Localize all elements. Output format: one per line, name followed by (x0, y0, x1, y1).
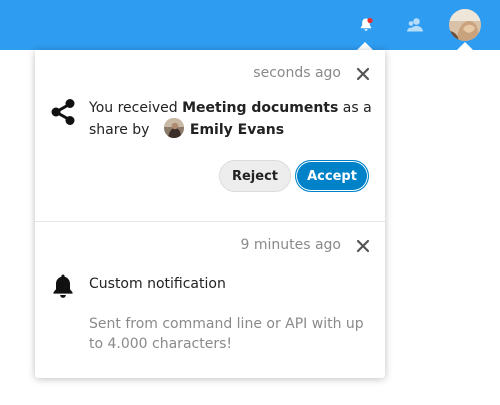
accept-button[interactable]: Accept (295, 160, 369, 192)
notifications-button[interactable] (352, 12, 380, 38)
close-icon[interactable] (355, 66, 371, 82)
close-icon[interactable] (355, 238, 371, 254)
notification-timestamp: 9 minutes ago (240, 237, 341, 253)
avatar (449, 9, 481, 41)
reject-button[interactable]: Reject (219, 160, 291, 192)
contacts-icon (407, 18, 423, 32)
notifications-panel: seconds ago You received Meeting documen… (35, 50, 385, 378)
notification-message: You received Meeting documents as a shar… (89, 97, 379, 141)
user-name[interactable]: Emily Evans (190, 122, 284, 138)
notification-timestamp: seconds ago (253, 65, 341, 81)
notification-subject: Custom notification (89, 276, 226, 292)
shared-file-name[interactable]: Meeting documents (182, 100, 338, 116)
bell-icon (49, 272, 77, 300)
dropdown-caret (457, 42, 473, 50)
bell-icon (360, 17, 373, 31)
notification-item: seconds ago You received Meeting documen… (35, 50, 385, 222)
notification-item: 9 minutes ago Custom notification Sent f… (35, 222, 385, 378)
user-avatar-button[interactable] (449, 9, 481, 41)
avatar[interactable] (163, 118, 184, 138)
notification-body: Sent from command line or API with up to… (89, 316, 364, 352)
message-text: You received (89, 100, 183, 116)
dropdown-caret (357, 42, 373, 50)
share-icon (49, 98, 77, 126)
contacts-button[interactable] (401, 12, 429, 38)
